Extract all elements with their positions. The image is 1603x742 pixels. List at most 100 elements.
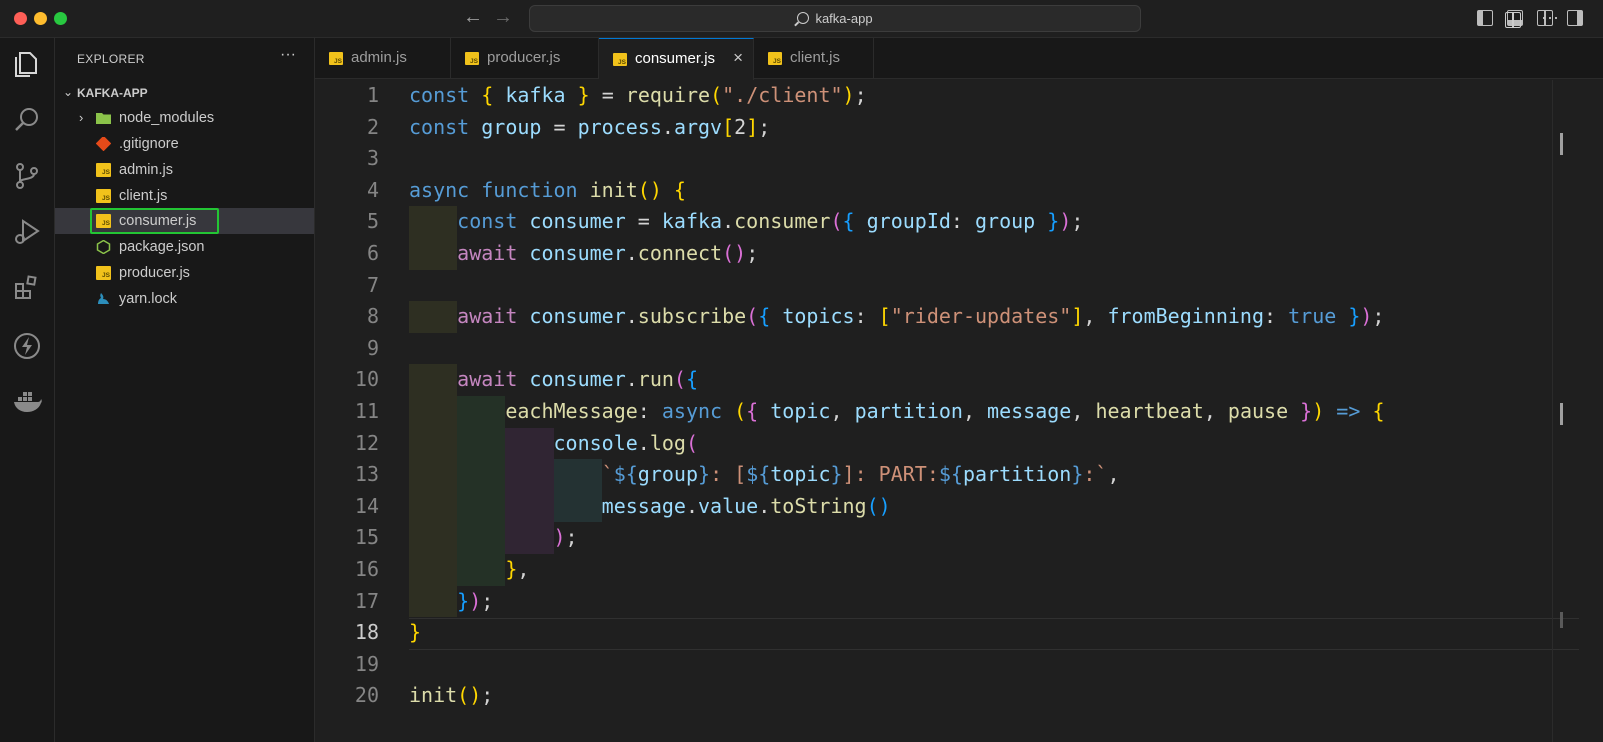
line-number: 14 xyxy=(354,493,379,518)
code-line[interactable]: 13 `${group}: [${topic}]: PART:${partiti… xyxy=(315,459,1585,491)
explorer-more-actions-button[interactable]: ··· xyxy=(280,46,296,64)
code-line[interactable]: 20 init(); xyxy=(315,680,1585,712)
tab-producer-js[interactable]: JS producer.js xyxy=(451,38,599,79)
code-text: const consumer = kafka.consumer({ groupI… xyxy=(457,209,1084,234)
code-text: `${group}: [${topic}]: PART:${partition}… xyxy=(601,462,1120,487)
code-line[interactable]: 10 await consumer.run({ xyxy=(315,364,1585,396)
line-number: 15 xyxy=(354,525,379,550)
code-line[interactable]: 3 xyxy=(315,143,1585,175)
run-debug-icon[interactable] xyxy=(11,216,43,248)
js-icon: JS xyxy=(768,52,782,65)
source-control-icon[interactable] xyxy=(11,160,43,192)
code-line[interactable]: 12 console.log( xyxy=(315,428,1585,460)
customize-layout-icon[interactable] xyxy=(1567,10,1583,26)
title-bar: ← → kafka-app xyxy=(0,0,1603,38)
tree-item-consumer-js[interactable]: JS consumer.js xyxy=(55,208,314,234)
editor-more-actions-button[interactable]: ··· xyxy=(1541,7,1559,28)
code-text: const group = process.argv[2]; xyxy=(409,114,771,139)
line-number: 3 xyxy=(366,146,379,171)
code-text: const { kafka } = require("./client"); xyxy=(409,83,867,107)
line-number: 12 xyxy=(354,430,379,455)
editor-scrollbar[interactable] xyxy=(1552,80,1566,742)
search-icon[interactable] xyxy=(11,104,43,136)
code-text: init(); xyxy=(409,683,494,708)
line-number: 10 xyxy=(354,367,379,392)
tree-item-admin-js[interactable]: JS admin.js xyxy=(55,157,314,183)
code-line[interactable]: 6 await consumer.connect(); xyxy=(315,238,1585,270)
line-number: 5 xyxy=(366,209,379,234)
extensions-icon[interactable] xyxy=(11,272,43,304)
tree-item-client-js[interactable]: JS client.js xyxy=(55,183,314,209)
js-icon: JS xyxy=(96,214,111,228)
line-number: 8 xyxy=(366,304,379,329)
code-text: await consumer.connect(); xyxy=(457,241,759,265)
folder-name: KAFKA-APP xyxy=(77,86,148,100)
line-number: 16 xyxy=(354,557,379,581)
code-editor[interactable]: 1 const { kafka } = require("./client"); 2… xyxy=(315,80,1603,742)
toggle-primary-sidebar-icon[interactable] xyxy=(1477,10,1493,26)
folder-header-kafka-app[interactable]: ⌄ KAFKA-APP xyxy=(55,82,314,104)
code-line[interactable]: 5 const consumer = kafka.consumer({ grou… xyxy=(315,206,1585,238)
code-line[interactable]: 11 eachMessage: async ({ topic, partitio… xyxy=(315,396,1585,428)
line-number: 4 xyxy=(366,177,379,202)
docker-icon[interactable] xyxy=(11,386,43,418)
js-icon: JS xyxy=(613,53,627,66)
command-center-search[interactable]: kafka-app xyxy=(529,5,1141,32)
code-line[interactable]: 2 const group = process.argv[2]; xyxy=(315,112,1585,144)
back-arrow-icon[interactable]: ← xyxy=(462,6,484,29)
forward-arrow-icon[interactable]: → xyxy=(492,6,514,29)
code-line[interactable]: 9 xyxy=(315,333,1585,365)
close-icon[interactable]: × xyxy=(733,48,743,68)
js-icon: JS xyxy=(329,52,343,65)
line-number: 2 xyxy=(366,114,379,139)
code-line[interactable]: 1 const { kafka } = require("./client"); xyxy=(315,80,1585,112)
code-line[interactable]: 4 async function init() { xyxy=(315,175,1585,207)
code-line[interactable]: 15 ); xyxy=(315,522,1585,554)
command-center-text: kafka-app xyxy=(815,11,873,26)
scrollbar-marker xyxy=(1560,403,1563,425)
tree-item-node-modules[interactable]: › node_modules xyxy=(55,105,314,131)
maximize-window-button[interactable] xyxy=(54,12,67,25)
code-text: await consumer.run({ xyxy=(457,367,699,392)
scrollbar-marker xyxy=(1560,612,1563,628)
line-number: 9 xyxy=(366,335,379,360)
folder-icon xyxy=(96,113,111,124)
tab-consumer-js[interactable]: JS consumer.js × xyxy=(599,38,754,80)
tree-item-package-json[interactable]: package.json xyxy=(55,234,314,260)
js-icon: JS xyxy=(465,52,479,65)
close-window-button[interactable] xyxy=(14,12,27,25)
thunder-client-icon[interactable] xyxy=(11,330,43,362)
code-line[interactable]: 8 await consumer.subscribe({ topics: ["r… xyxy=(315,301,1585,333)
split-editor-icon[interactable] xyxy=(1505,12,1521,28)
git-icon xyxy=(96,137,111,151)
code-text: } xyxy=(409,620,422,645)
code-line[interactable]: 16 }, xyxy=(315,554,1585,586)
tab-admin-js[interactable]: JS admin.js xyxy=(315,38,451,79)
chevron-right-icon: › xyxy=(79,110,84,125)
activity-bar xyxy=(0,38,55,742)
code-line[interactable]: 7 xyxy=(315,270,1585,302)
line-number: 18 xyxy=(354,620,379,645)
js-icon: JS xyxy=(96,266,111,280)
line-number: 1 xyxy=(366,83,379,107)
editor-tab-bar: JS admin.js JS producer.js JS consumer.j… xyxy=(315,38,1603,80)
js-icon: JS xyxy=(96,163,111,177)
line-number: 7 xyxy=(366,272,379,297)
code-text: await consumer.subscribe({ topics: ["rid… xyxy=(457,304,1385,329)
nodejs-icon xyxy=(96,240,111,254)
code-line[interactable]: 17 }); xyxy=(315,586,1585,618)
code-line[interactable]: 19 xyxy=(315,649,1585,681)
line-number: 6 xyxy=(366,241,379,265)
code-text: message.value.toString() xyxy=(601,493,891,518)
explorer-files-icon[interactable] xyxy=(11,48,43,80)
code-text: async function init() { xyxy=(409,177,686,202)
tree-item-producer-js[interactable]: JS producer.js xyxy=(55,260,314,286)
tab-client-js[interactable]: JS client.js xyxy=(754,38,874,79)
minimize-window-button[interactable] xyxy=(34,12,47,25)
code-line[interactable]: 18} xyxy=(315,617,1585,649)
tree-item-yarn-lock[interactable]: yarn.lock xyxy=(55,286,314,312)
yarn-icon xyxy=(98,293,109,304)
tree-item-gitignore[interactable]: .gitignore xyxy=(55,131,314,157)
line-number: 20 xyxy=(354,683,379,708)
code-line[interactable]: 14 message.value.toString() xyxy=(315,491,1585,523)
